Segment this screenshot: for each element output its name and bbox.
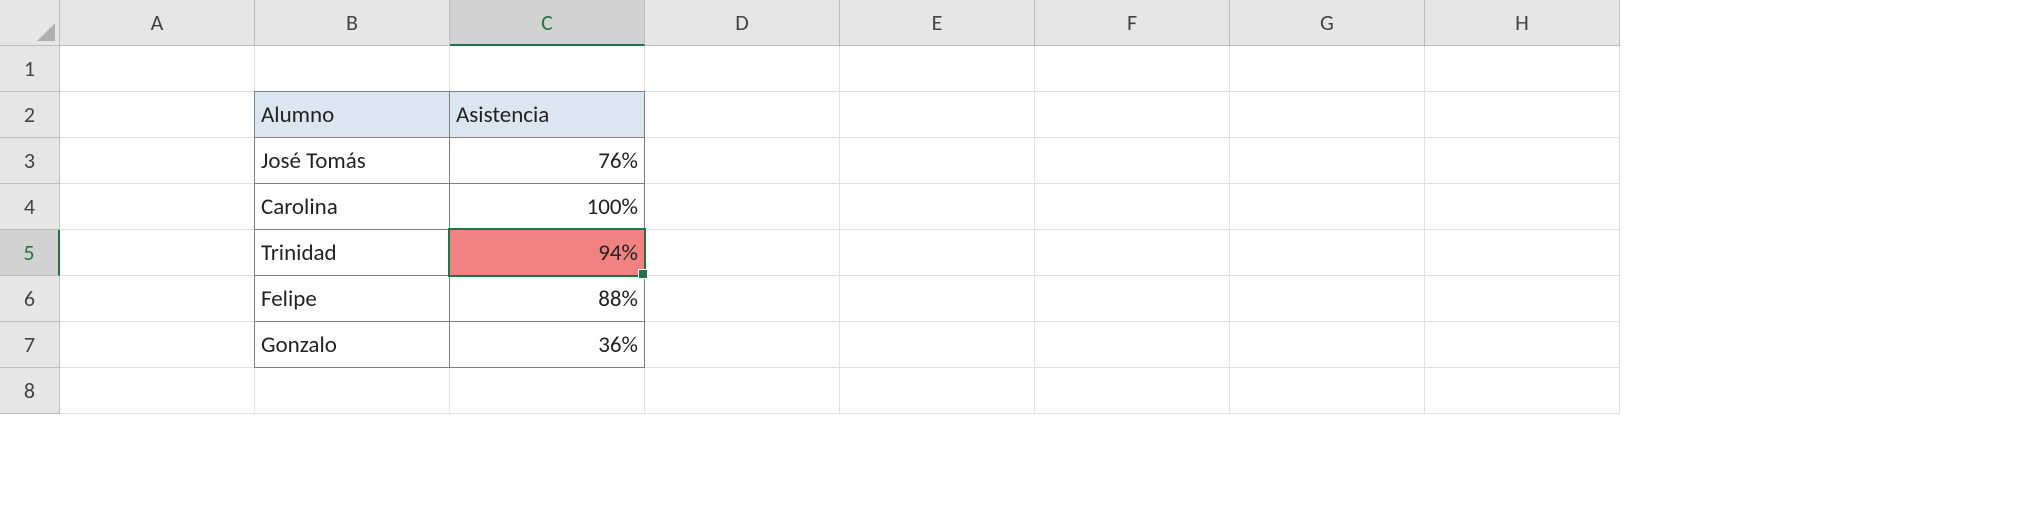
cell-b6[interactable]: Felipe — [254, 276, 450, 322]
cell-a2[interactable] — [60, 92, 255, 138]
cell-e6[interactable] — [840, 276, 1035, 322]
spreadsheet-grid[interactable]: A B C D E F G H 1 2 Alumno Asistencia 3 … — [0, 0, 2023, 414]
cell-e8[interactable] — [840, 368, 1035, 414]
cell-d8[interactable] — [645, 368, 840, 414]
cell-h8[interactable] — [1425, 368, 1620, 414]
col-header-f[interactable]: F — [1035, 0, 1230, 46]
cell-f8[interactable] — [1035, 368, 1230, 414]
cell-d7[interactable] — [645, 322, 840, 368]
cell-f6[interactable] — [1035, 276, 1230, 322]
cell-g3[interactable] — [1230, 138, 1425, 184]
col-header-g[interactable]: G — [1230, 0, 1425, 46]
cell-f1[interactable] — [1035, 46, 1230, 92]
cell-d5[interactable] — [645, 230, 840, 276]
cell-c8[interactable] — [450, 368, 645, 414]
cell-g2[interactable] — [1230, 92, 1425, 138]
cell-h5[interactable] — [1425, 230, 1620, 276]
cell-b7[interactable]: Gonzalo — [254, 322, 450, 368]
col-header-d[interactable]: D — [645, 0, 840, 46]
cell-f7[interactable] — [1035, 322, 1230, 368]
cell-g8[interactable] — [1230, 368, 1425, 414]
cell-a8[interactable] — [60, 368, 255, 414]
select-all-corner[interactable] — [0, 0, 60, 46]
row-header-3[interactable]: 3 — [0, 138, 60, 184]
row-header-4[interactable]: 4 — [0, 184, 60, 230]
row-header-7[interactable]: 7 — [0, 322, 60, 368]
cell-d6[interactable] — [645, 276, 840, 322]
cell-h2[interactable] — [1425, 92, 1620, 138]
cell-a6[interactable] — [60, 276, 255, 322]
cell-h4[interactable] — [1425, 184, 1620, 230]
cell-e2[interactable] — [840, 92, 1035, 138]
cell-g4[interactable] — [1230, 184, 1425, 230]
cell-a5[interactable] — [60, 230, 255, 276]
cell-f2[interactable] — [1035, 92, 1230, 138]
cell-h7[interactable] — [1425, 322, 1620, 368]
cell-e3[interactable] — [840, 138, 1035, 184]
row-header-1[interactable]: 1 — [0, 46, 60, 92]
cell-d2[interactable] — [645, 92, 840, 138]
cell-g1[interactable] — [1230, 46, 1425, 92]
cell-e5[interactable] — [840, 230, 1035, 276]
cell-c2[interactable]: Asistencia — [449, 91, 645, 138]
cell-h1[interactable] — [1425, 46, 1620, 92]
cell-e7[interactable] — [840, 322, 1035, 368]
cell-c4[interactable]: 100% — [449, 184, 645, 230]
cell-a4[interactable] — [60, 184, 255, 230]
cell-b4[interactable]: Carolina — [254, 184, 450, 230]
cell-b8[interactable] — [255, 368, 450, 414]
cell-d4[interactable] — [645, 184, 840, 230]
cell-g6[interactable] — [1230, 276, 1425, 322]
cell-b2[interactable]: Alumno — [254, 91, 450, 138]
col-header-c[interactable]: C — [450, 0, 645, 46]
cell-g5[interactable] — [1230, 230, 1425, 276]
cell-a7[interactable] — [60, 322, 255, 368]
cell-e1[interactable] — [840, 46, 1035, 92]
cell-d3[interactable] — [645, 138, 840, 184]
cell-h3[interactable] — [1425, 138, 1620, 184]
cell-b5[interactable]: Trinidad — [254, 230, 450, 276]
cell-b3[interactable]: José Tomás — [254, 138, 450, 184]
row-header-8[interactable]: 8 — [0, 368, 60, 414]
cell-b1[interactable] — [255, 46, 450, 92]
col-header-a[interactable]: A — [60, 0, 255, 46]
cell-c5[interactable]: 94% — [449, 230, 645, 276]
cell-g7[interactable] — [1230, 322, 1425, 368]
cell-c1[interactable] — [450, 46, 645, 92]
cell-d1[interactable] — [645, 46, 840, 92]
col-header-b[interactable]: B — [255, 0, 450, 46]
row-header-6[interactable]: 6 — [0, 276, 60, 322]
cell-f5[interactable] — [1035, 230, 1230, 276]
cell-f3[interactable] — [1035, 138, 1230, 184]
cell-h6[interactable] — [1425, 276, 1620, 322]
col-header-h[interactable]: H — [1425, 0, 1620, 46]
cell-a1[interactable] — [60, 46, 255, 92]
cell-a3[interactable] — [60, 138, 255, 184]
cell-c3[interactable]: 76% — [449, 138, 645, 184]
cell-e4[interactable] — [840, 184, 1035, 230]
cell-c6[interactable]: 88% — [449, 276, 645, 322]
cell-c7[interactable]: 36% — [449, 322, 645, 368]
row-header-2[interactable]: 2 — [0, 92, 60, 138]
cell-f4[interactable] — [1035, 184, 1230, 230]
row-header-5[interactable]: 5 — [0, 230, 60, 276]
col-header-e[interactable]: E — [840, 0, 1035, 46]
